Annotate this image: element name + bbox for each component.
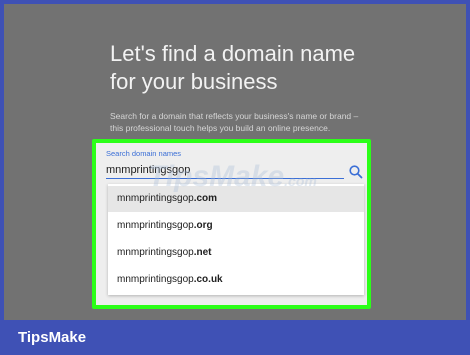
brand-logo: TipsMake [18, 329, 87, 346]
description-line-1: Search for a domain that reflects your b… [110, 111, 359, 121]
suggestion-base: mnmprintingsgop [117, 247, 194, 258]
page-title-line-2: for your business [110, 69, 278, 94]
suggestion-base: mnmprintingsgop [117, 274, 194, 285]
description-line-2: this professional touch helps you build … [110, 123, 331, 133]
page-title: Let's find a domain name for your busine… [110, 40, 430, 96]
suggestion-base: mnmprintingsgop [117, 220, 194, 231]
suggestion-tld: .net [193, 247, 212, 258]
suggestion-item[interactable]: mnmprintingsgop.co.uk [108, 267, 364, 293]
suggestions-dropdown: mnmprintingsgop.com mnmprintingsgop.org … [108, 184, 364, 295]
footer-bar: TipsMake [0, 320, 470, 355]
suggestion-item[interactable]: mnmprintingsgop.net [108, 240, 364, 266]
suggestion-item[interactable]: mnmprintingsgop.com [108, 186, 364, 212]
suggestion-tld: .co.uk [193, 274, 223, 285]
suggestion-item[interactable]: mnmprintingsgop.org [108, 213, 364, 239]
page-description: Search for a domain that reflects your b… [110, 110, 400, 134]
suggestion-tld: .org [193, 220, 213, 231]
suggestion-tld: .com [193, 193, 218, 204]
suggestion-base: mnmprintingsgop [117, 193, 194, 204]
page-title-line-1: Let's find a domain name [110, 41, 356, 66]
